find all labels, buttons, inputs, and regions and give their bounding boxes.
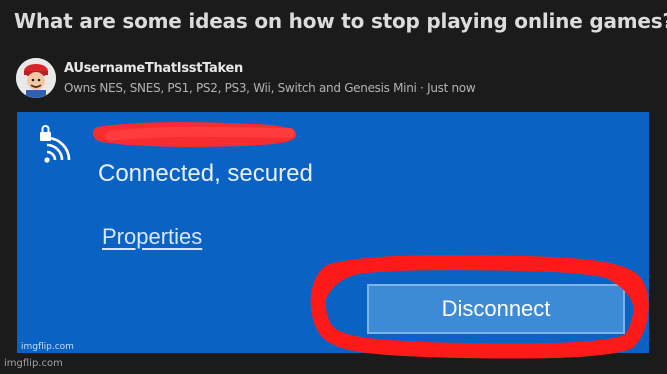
avatar[interactable] xyxy=(16,58,56,98)
connection-status: Connected, secured xyxy=(98,160,313,187)
properties-link[interactable]: Properties xyxy=(102,224,202,250)
inner-watermark: imgflip.com xyxy=(21,342,74,352)
wifi-icon xyxy=(40,125,71,163)
outer-watermark: imgflip.com xyxy=(4,358,63,369)
avatar-icon xyxy=(16,58,56,98)
question-title[interactable]: What are some ideas on how to stop playi… xyxy=(14,9,667,33)
network-panel: Connected, secured Properties Disconnect… xyxy=(17,112,649,353)
disconnect-button[interactable]: Disconnect xyxy=(367,284,625,334)
author-credential: Owns NES, SNES, PS1, PS2, PS3, Wii, Swit… xyxy=(64,81,476,95)
network-name xyxy=(93,120,303,150)
author-name[interactable]: AUsernameThatIsstTaken xyxy=(64,61,243,76)
